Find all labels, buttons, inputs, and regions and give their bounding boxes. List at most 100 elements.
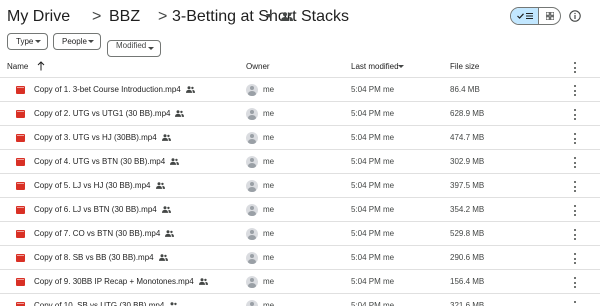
file-name[interactable]: Copy of 4. UTG vs BTN (30 BB).mp4 — [34, 157, 180, 167]
file-row[interactable]: Copy of 6. LJ vs BTN (30 BB).mp4 me 5:04 P… — [0, 198, 600, 222]
file-size: 354.2 MB — [450, 205, 485, 214]
list-view-button[interactable] — [511, 8, 538, 24]
file-name[interactable]: Copy of 10. SB vs UTG (30 BB).mp4 — [34, 301, 178, 306]
shared-people-icon — [165, 230, 175, 238]
file-row[interactable]: Copy of 4. UTG vs BTN (30 BB).mp4 me 5:04 … — [0, 150, 600, 174]
file-size: 628.9 MB — [450, 109, 485, 118]
avatar-icon — [246, 132, 258, 144]
type-filter-chip[interactable]: Type — [7, 33, 48, 50]
info-icon[interactable] — [569, 10, 581, 22]
owner-name: me — [263, 205, 275, 214]
file-name-text: Copy of 4. UTG vs BTN (30 BB).mp4 — [34, 157, 166, 166]
shared-people-icon — [155, 182, 165, 190]
shared-people-icon — [161, 134, 171, 142]
last-modified: 5:04 PM me — [351, 109, 395, 118]
avatar-icon — [246, 180, 258, 192]
file-name[interactable]: Copy of 1. 3-bet Course Introduction.mp4 — [34, 85, 195, 95]
file-name[interactable]: Copy of 2. UTG vs UTG1 (30 BB).mp4 — [34, 109, 185, 119]
more-options-icon[interactable] — [573, 253, 576, 264]
last-modified: 5:04 PM me — [351, 277, 395, 286]
avatar-icon — [246, 300, 258, 306]
avatar-icon — [246, 156, 258, 168]
file-name-text: Copy of 8. SB vs BB (30 BB).mp4 — [34, 253, 154, 262]
file-name-text: Copy of 1. 3-bet Course Introduction.mp4 — [34, 85, 181, 94]
file-row[interactable]: Copy of 7. CO vs BTN (30 BB).mp4 me 5:04 P… — [0, 222, 600, 246]
last-modified: 5:04 PM me — [351, 301, 395, 306]
avatar-icon — [246, 252, 258, 264]
file-name[interactable]: Copy of 7. CO vs BTN (30 BB).mp4 — [34, 229, 175, 239]
last-modified-column-header[interactable]: Last modified — [351, 62, 399, 72]
video-file-icon — [16, 278, 25, 286]
file-name[interactable]: Copy of 8. SB vs BB (30 BB).mp4 — [34, 253, 168, 263]
last-modified: 5:04 PM me — [351, 157, 395, 166]
avatar-icon — [246, 84, 258, 96]
file-row[interactable]: Copy of 8. SB vs BB (30 BB).mp4 me 5:04 PM… — [0, 246, 600, 270]
shared-people-icon — [175, 110, 185, 118]
more-options-icon[interactable] — [573, 62, 576, 73]
file-size-column-header[interactable]: File size — [450, 62, 479, 72]
file-size: 290.6 MB — [450, 253, 485, 262]
chevron-down-icon[interactable] — [266, 14, 272, 18]
more-options-icon[interactable] — [573, 109, 576, 120]
last-modified: 5:04 PM me — [351, 229, 395, 238]
file-name[interactable]: Copy of 6. LJ vs BTN (30 BB).mp4 — [34, 205, 171, 215]
more-options-icon[interactable] — [573, 277, 576, 288]
last-modified: 5:04 PM me — [351, 133, 395, 142]
video-file-icon — [16, 230, 25, 238]
modified-filter-label: Modified — [116, 41, 147, 50]
shared-people-icon — [158, 254, 168, 262]
name-column-header[interactable]: Name — [7, 62, 28, 72]
file-row[interactable]: Copy of 3. UTG vs HJ (30BB).mp4 me 5:04 PM… — [0, 126, 600, 150]
file-name[interactable]: Copy of 9. 30BB IP Recap + Monotones.mp4 — [34, 277, 208, 287]
more-options-icon[interactable] — [573, 157, 576, 168]
owner-name: me — [263, 277, 275, 286]
file-row[interactable]: Copy of 9. 30BB IP Recap + Monotones.mp4… — [0, 270, 600, 294]
more-options-icon[interactable] — [573, 85, 576, 96]
modified-filter-chip[interactable]: Modified — [107, 40, 161, 57]
file-size: 321.6 MB — [450, 301, 485, 306]
sort-arrow-up-icon[interactable] — [37, 61, 45, 71]
chevron-down-icon — [148, 47, 154, 50]
video-file-icon — [16, 206, 25, 214]
shared-people-icon — [198, 278, 208, 286]
more-options-icon[interactable] — [573, 133, 576, 144]
file-row[interactable]: Copy of 5. LJ vs HJ (30 BB).mp4 me 5:04 PM… — [0, 174, 600, 198]
video-file-icon — [16, 86, 25, 94]
more-options-icon[interactable] — [573, 229, 576, 240]
file-size: 156.4 MB — [450, 277, 485, 286]
shared-people-icon — [161, 206, 171, 214]
owner-name: me — [263, 181, 275, 190]
video-file-icon — [16, 158, 25, 166]
grid-view-button[interactable] — [538, 8, 560, 24]
more-options-icon[interactable] — [573, 205, 576, 216]
owner-name: me — [263, 85, 275, 94]
more-options-icon[interactable] — [573, 301, 576, 306]
video-file-icon — [16, 182, 25, 190]
file-name[interactable]: Copy of 3. UTG vs HJ (30BB).mp4 — [34, 133, 171, 143]
file-name[interactable]: Copy of 5. LJ vs HJ (30 BB).mp4 — [34, 181, 165, 191]
avatar-icon — [246, 228, 258, 240]
sort-dropdown-icon[interactable] — [398, 65, 404, 68]
breadcrumb-current-folder[interactable]: 3-Betting at Short Stacks — [172, 7, 349, 27]
list-icon — [525, 13, 533, 19]
grid-icon — [545, 12, 554, 20]
file-row[interactable]: Copy of 2. UTG vs UTG1 (30 BB).mp4 me 5:04… — [0, 102, 600, 126]
owner-column-header[interactable]: Owner — [246, 62, 270, 72]
file-size: 529.8 MB — [450, 229, 485, 238]
file-list-header: Name Owner Last modified File size — [0, 56, 600, 78]
owner-name: me — [263, 253, 275, 262]
file-name-text: Copy of 9. 30BB IP Recap + Monotones.mp4 — [34, 277, 194, 286]
chevron-down-icon — [88, 40, 94, 43]
more-options-icon[interactable] — [573, 181, 576, 192]
shared-people-icon[interactable] — [281, 12, 293, 21]
file-row[interactable]: Copy of 10. SB vs UTG (30 BB).mp4 me 5:04 … — [0, 294, 600, 306]
breadcrumb-my-drive[interactable]: My Drive — [7, 7, 70, 27]
file-name-text: Copy of 3. UTG vs HJ (30BB).mp4 — [34, 133, 157, 142]
file-size: 302.9 MB — [450, 157, 485, 166]
file-row[interactable]: Copy of 1. 3-bet Course Introduction.mp4… — [0, 78, 600, 102]
breadcrumb-bbz[interactable]: BBZ — [109, 7, 140, 27]
people-filter-chip[interactable]: People — [53, 33, 101, 50]
file-name-text: Copy of 10. SB vs UTG (30 BB).mp4 — [34, 301, 165, 306]
video-file-icon — [16, 134, 25, 142]
view-toggle — [510, 7, 561, 25]
